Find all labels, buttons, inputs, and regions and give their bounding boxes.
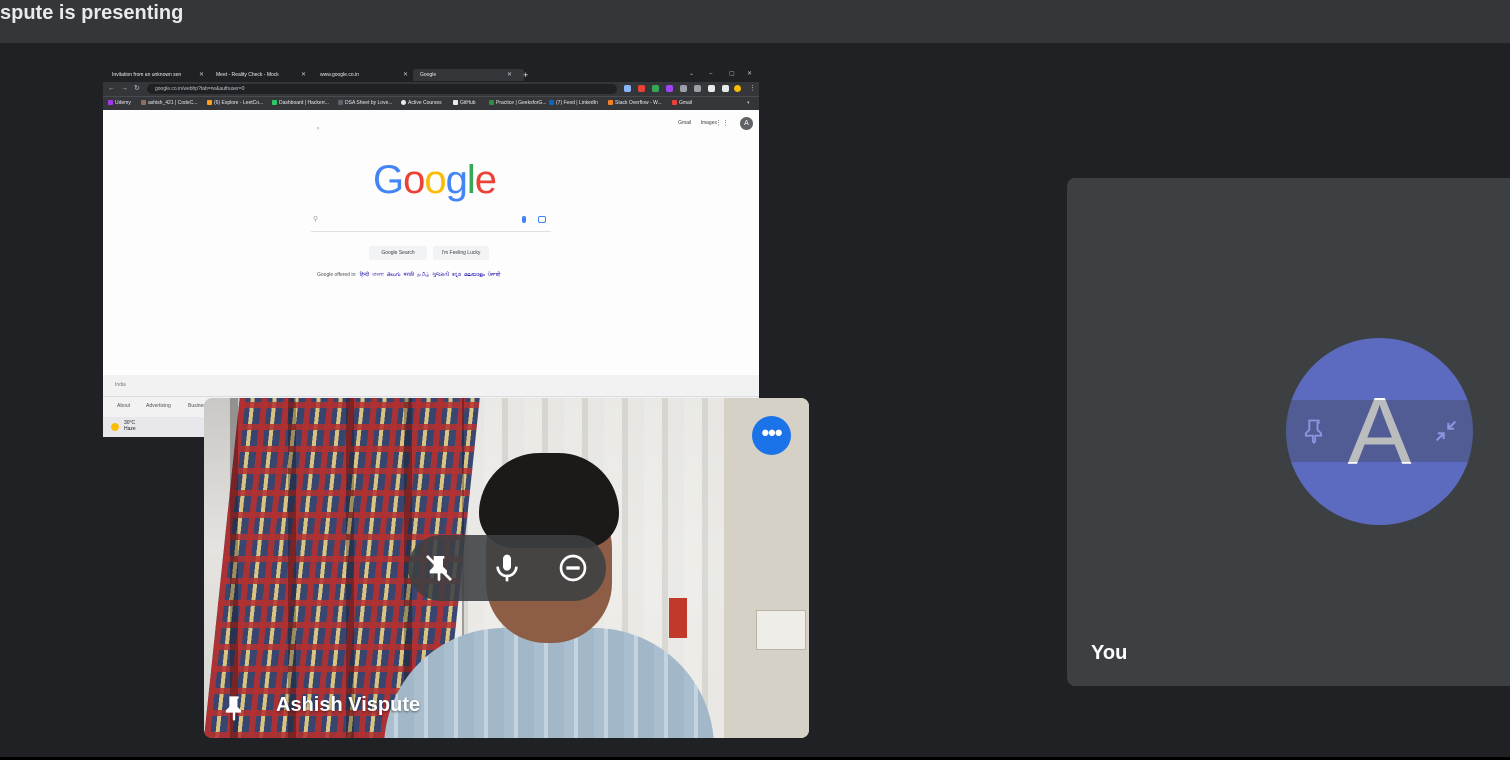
sidepanel-icon[interactable]	[708, 85, 715, 92]
close-tab-icon[interactable]: ✕	[301, 69, 306, 81]
bookmark[interactable]: Stack Overflow - W...	[608, 97, 662, 110]
self-label: You	[1091, 642, 1128, 664]
participant-name: Ashish Vispute	[276, 694, 421, 716]
chevron-down-icon[interactable]: ⌄	[689, 68, 694, 80]
language-link[interactable]: हिन्दी	[360, 272, 369, 278]
bookmark[interactable]: Gmail	[672, 97, 692, 110]
profile-icon[interactable]	[734, 85, 741, 92]
search-icon: ⚲	[313, 216, 319, 223]
reload-icon[interactable]: ↻	[134, 82, 140, 96]
tile-controls	[408, 535, 606, 601]
cursor-icon: ›	[317, 126, 319, 132]
google-top-links: Gmail Images	[670, 120, 717, 126]
self-video-tile[interactable]: A You	[1067, 178, 1510, 686]
language-link[interactable]: മലയാളം	[464, 272, 485, 278]
weather-widget[interactable]: 30°C Haze	[124, 420, 136, 432]
google-logo-letter: G	[373, 158, 404, 202]
language-link[interactable]: தமிழ்	[417, 272, 429, 278]
presenter-hair	[479, 453, 619, 548]
pin-icon[interactable]	[1300, 417, 1328, 445]
menu-icon[interactable]: ⋮	[749, 82, 756, 96]
browser-tab[interactable]: Meet - Reality Check - Mock	[209, 69, 304, 81]
remove-from-call-icon[interactable]	[557, 552, 589, 584]
offered-in-label: Google offered in:	[317, 272, 357, 278]
chevron-down-icon[interactable]: ▾	[747, 97, 750, 110]
video-background	[756, 610, 806, 650]
star-icon[interactable]	[624, 85, 631, 92]
about-link[interactable]: About	[117, 403, 130, 409]
advertising-link[interactable]: Advertising	[146, 403, 171, 409]
google-homepage: Gmail Images ⋮⋮ A › Google ⚲ Google Sear…	[103, 110, 759, 375]
google-logo-letter: o	[403, 158, 425, 202]
bookmark[interactable]: Active Courses	[401, 97, 442, 110]
google-logo-letter: e	[474, 158, 497, 202]
google-search-box[interactable]: ⚲	[311, 213, 551, 232]
extension-icon[interactable]	[652, 85, 659, 92]
google-account-avatar[interactable]: A	[740, 117, 753, 130]
language-link[interactable]: తెలుగు	[387, 272, 401, 278]
bookmark[interactable]: Dashboard | Hackerr...	[272, 97, 329, 110]
close-window-icon[interactable]: ✕	[747, 68, 752, 80]
apps-grid-icon[interactable]: ⋮⋮	[715, 119, 729, 127]
presenter-video-tile[interactable]: ••• Ashish Vispute	[204, 398, 809, 738]
maximize-icon[interactable]: ▢	[729, 68, 735, 80]
bookmark[interactable]: Practice | GeeksforG...	[489, 97, 546, 110]
country-label: India	[115, 382, 126, 388]
extension-icon[interactable]	[666, 85, 673, 92]
google-logo-letter: l	[466, 158, 476, 202]
close-tab-icon[interactable]: ✕	[507, 69, 512, 81]
language-link[interactable]: বাংলা	[372, 272, 384, 278]
puzzle-icon[interactable]	[694, 85, 701, 92]
pin-icon	[225, 696, 241, 721]
minimize-tile-icon[interactable]	[1432, 417, 1460, 445]
browser-tab-strip: Invitation from an unknown sen ✕ Meet - …	[103, 68, 759, 82]
self-tile-controls	[1286, 400, 1473, 462]
minimize-icon[interactable]: –	[709, 68, 712, 80]
bookmark[interactable]: (6) Explore - LeetCo...	[207, 97, 263, 110]
bookmark[interactable]: (7) Feed | LinkedIn	[549, 97, 598, 110]
bookmark[interactable]: DSA Sheet by Love...	[338, 97, 393, 110]
browser-tab[interactable]: www.google.co.in	[313, 69, 412, 81]
video-background	[669, 598, 687, 638]
language-link[interactable]: ಕನ್ನಡ	[452, 272, 461, 278]
new-tab-button[interactable]: +	[523, 68, 528, 82]
presenting-title: spute is presenting	[0, 2, 184, 24]
language-link[interactable]: ગુજરાતી	[432, 272, 449, 278]
bookmark[interactable]: Udemy	[108, 97, 131, 110]
extension-icon[interactable]	[680, 85, 687, 92]
close-tab-icon[interactable]: ✕	[199, 69, 204, 81]
browser-tab[interactable]: Invitation from an unknown sen	[105, 69, 208, 81]
back-icon[interactable]: ←	[108, 82, 115, 96]
language-links: Google offered in: हिन्दी বাংলা తెలుగు मराठी…	[317, 272, 500, 280]
gmail-link[interactable]: Gmail	[678, 120, 691, 126]
weather-icon	[111, 423, 119, 431]
google-logo: Google	[373, 158, 497, 203]
bookmark[interactable]: GitHub	[453, 97, 476, 110]
close-tab-icon[interactable]: ✕	[403, 69, 408, 81]
language-link[interactable]: मराठी	[404, 272, 415, 278]
unpin-icon[interactable]	[423, 552, 455, 584]
language-link[interactable]: ਪੰਜਾਬੀ	[488, 272, 501, 278]
bookmark[interactable]: ashish_421 | CodeC...	[141, 97, 197, 110]
more-options-button[interactable]: •••	[752, 416, 791, 455]
split-icon[interactable]	[722, 85, 729, 92]
google-logo-letter: g	[445, 158, 468, 202]
forward-icon[interactable]: →	[121, 82, 128, 96]
extension-icon[interactable]	[638, 85, 645, 92]
google-footer-country: India	[103, 375, 759, 397]
shared-screen: Invitation from an unknown sen ✕ Meet - …	[103, 68, 759, 437]
lens-icon[interactable]	[538, 216, 546, 223]
mic-icon[interactable]	[491, 552, 523, 584]
google-search-button[interactable]: Google Search	[369, 246, 427, 260]
google-logo-letter: o	[424, 158, 446, 202]
browser-toolbar: ← → ↻ google.co.in/webhp?tab=rw&authuser…	[103, 82, 759, 96]
feeling-lucky-button[interactable]: I'm Feeling Lucky	[433, 246, 489, 260]
mic-icon[interactable]	[522, 216, 526, 223]
weather-condition: Haze	[124, 426, 136, 432]
top-bar: spute is presenting	[0, 0, 1510, 43]
bookmarks-bar: Udemy ashish_421 | CodeC... (6) Explore …	[103, 96, 759, 110]
address-bar[interactable]: google.co.in/webhp?tab=rw&authuser=0	[147, 84, 617, 94]
